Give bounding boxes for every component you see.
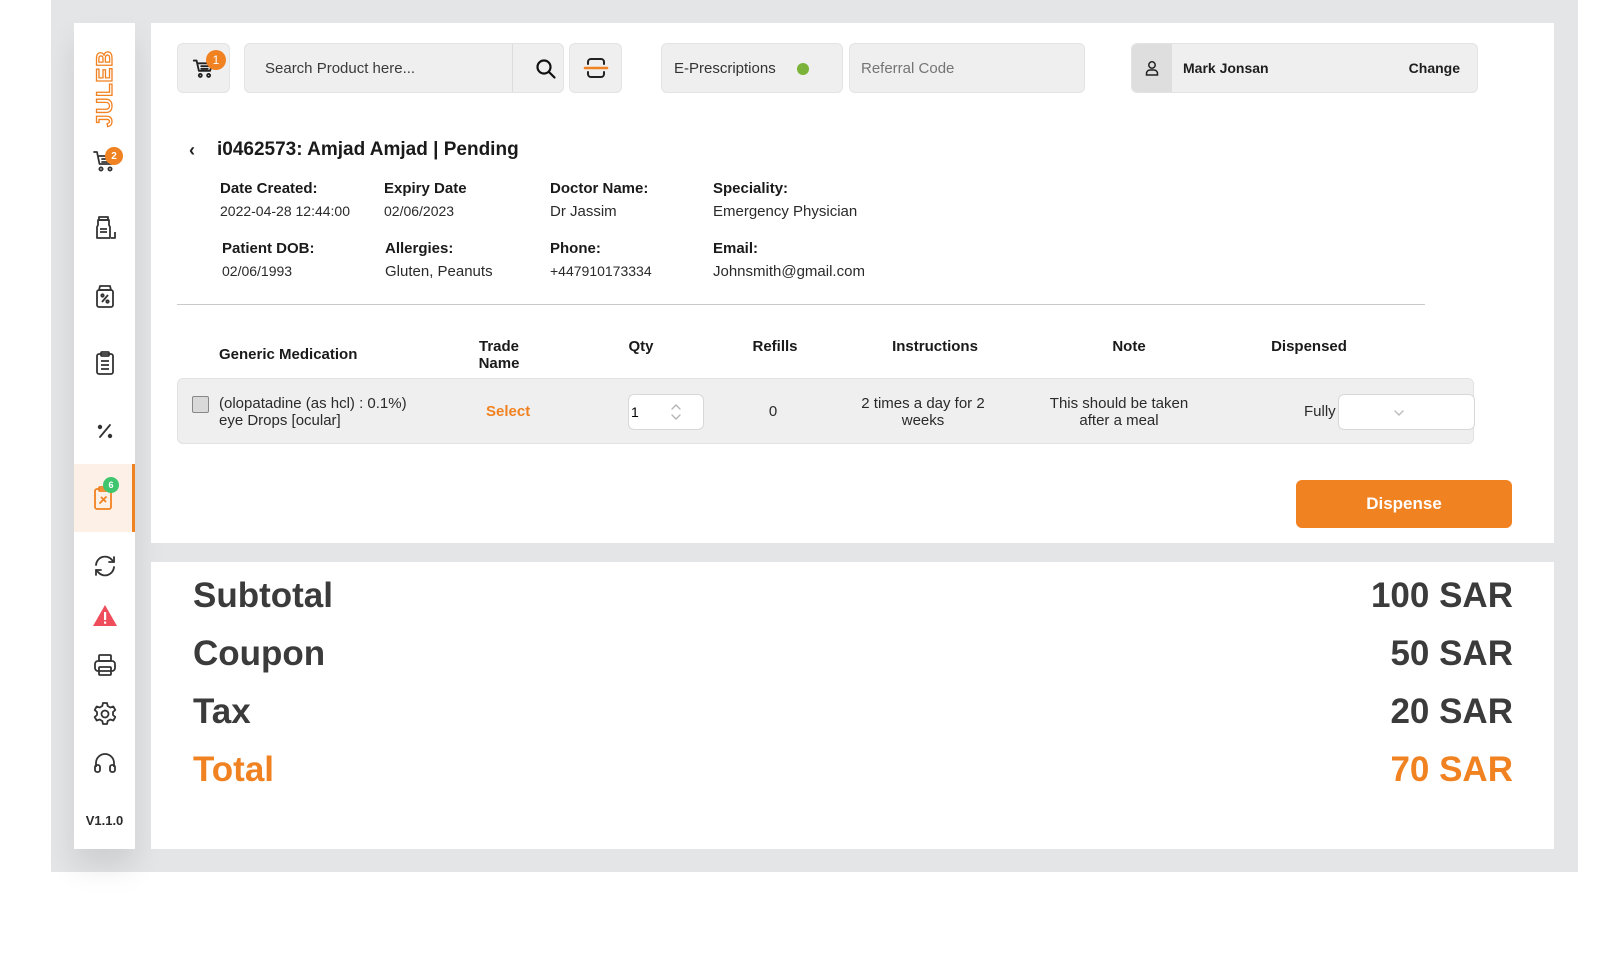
order-summary-panel: Subtotal 100 SAR Coupon 50 SAR Tax 20 SA… — [151, 562, 1554, 849]
sidebar-item-sync[interactable] — [74, 538, 135, 594]
customer-selector: Mark Jonsan Change — [1131, 43, 1478, 93]
search-divider — [512, 44, 513, 92]
gear-icon — [93, 702, 116, 725]
prescription-title: i0462573: Amjad Amjad | Pending — [217, 139, 519, 160]
generic-medication-cell: (olopatadine (as hcl) : 0.1%) eye Drops … — [219, 395, 407, 429]
juleb-logo: JULEB — [91, 43, 117, 129]
warning-icon — [92, 605, 117, 626]
prescription-panel: 1 E-Prescriptions Mark Jonsan Change ‹ i… — [151, 23, 1554, 543]
col-trade-name: Trade Name — [478, 338, 520, 372]
coupon-label: Coupon — [193, 634, 326, 673]
trade-name-select-link[interactable]: Select — [486, 403, 530, 420]
phone-field: Phone: +447910173334 — [550, 240, 652, 279]
col-instructions: Instructions — [892, 338, 978, 355]
tax-row: Tax 20 SAR — [193, 690, 1513, 734]
dispensed-value: Fully — [1304, 403, 1336, 420]
col-dispensed: Dispensed — [1271, 338, 1347, 355]
user-icon-box — [1132, 44, 1172, 92]
sidebar-item-percent[interactable] — [74, 403, 135, 459]
note-cell: This should be taken after a meal — [1049, 395, 1189, 429]
tax-value: 20 SAR — [1390, 692, 1513, 731]
dispensed-dropdown[interactable] — [1338, 394, 1475, 430]
barcode-scan-button[interactable] — [569, 43, 622, 93]
sidebar-item-settings[interactable] — [74, 686, 135, 742]
subtotal-label: Subtotal — [193, 576, 333, 615]
sidebar-item-prescriptions[interactable]: 6 — [74, 464, 135, 532]
chevron-down-icon — [1394, 410, 1404, 416]
stepper-arrows-icon[interactable] — [669, 401, 683, 423]
prescription-header: ‹ i0462573: Amjad Amjad | Pending — [189, 139, 519, 161]
app-version: V1.1.0 — [85, 813, 124, 828]
search-icon[interactable] — [535, 58, 557, 80]
medicine-bottle-icon — [95, 216, 116, 239]
total-row: Total 70 SAR — [193, 748, 1513, 792]
back-chevron-icon[interactable]: ‹ — [189, 140, 201, 161]
expiry-date-field: Expiry Date 02/06/2023 — [384, 180, 467, 219]
product-search — [244, 43, 564, 93]
section-divider — [177, 304, 1425, 305]
referral-code-field — [849, 43, 1085, 93]
sidebar-item-inventory[interactable] — [74, 200, 135, 256]
sidebar-item-printer[interactable] — [74, 637, 135, 693]
tax-label: Tax — [193, 692, 251, 731]
svg-text:JULEB: JULEB — [93, 50, 117, 127]
total-value: 70 SAR — [1390, 750, 1513, 789]
coupon-row: Coupon 50 SAR — [193, 632, 1513, 676]
sync-icon — [94, 555, 115, 577]
scan-icon — [583, 58, 608, 78]
header-cart-badge: 1 — [206, 50, 226, 70]
subtotal-row: Subtotal 100 SAR — [193, 574, 1513, 618]
eprescriptions-label: E-Prescriptions — [674, 59, 776, 77]
sidebar-item-support[interactable] — [74, 735, 135, 791]
coupon-value: 50 SAR — [1390, 634, 1513, 673]
date-created-field: Date Created: 2022-04-28 12:44:00 — [220, 180, 350, 219]
change-customer-button[interactable]: Change — [1409, 60, 1460, 76]
instructions-cell: 2 times a day for 2 weeks — [861, 395, 985, 429]
row-checkbox[interactable] — [192, 396, 209, 413]
col-generic-medication: Generic Medication — [219, 346, 358, 363]
percent-icon — [97, 424, 112, 439]
subtotal-value: 100 SAR — [1370, 576, 1513, 615]
col-note: Note — [1112, 338, 1146, 355]
user-icon — [1145, 61, 1159, 76]
sidebar-item-orders[interactable] — [74, 335, 135, 391]
customer-name: Mark Jonsan — [1183, 60, 1269, 76]
prescriptions-badge: 6 — [103, 477, 119, 493]
speciality-field: Speciality: Emergency Physician — [713, 180, 858, 220]
dispense-button[interactable]: Dispense — [1296, 480, 1512, 528]
sidebar-item-discount-bag[interactable] — [74, 268, 135, 324]
table-row: (olopatadine (as hcl) : 0.1%) eye Drops … — [177, 378, 1475, 444]
col-refills: Refills — [752, 338, 798, 355]
sidebar: JULEB 2 6 V1.1.0 — [74, 23, 135, 849]
clipboard-list-icon — [95, 351, 114, 375]
col-qty: Qty — [628, 338, 654, 355]
cart-badge: 2 — [105, 147, 123, 165]
headset-icon — [93, 753, 116, 773]
online-status-dot — [797, 63, 809, 75]
sidebar-item-cart[interactable]: 2 — [74, 133, 135, 189]
search-input[interactable] — [245, 44, 511, 92]
header-cart-button[interactable]: 1 — [177, 43, 230, 93]
eprescriptions-toggle[interactable]: E-Prescriptions — [661, 43, 843, 93]
refills-cell: 0 — [768, 403, 778, 420]
qty-stepper — [628, 394, 704, 430]
discount-bag-icon — [95, 285, 114, 308]
referral-code-input[interactable] — [850, 44, 1084, 92]
printer-icon — [93, 654, 116, 676]
email-field: Email: Johnsmith@gmail.com — [713, 240, 865, 280]
allergies-field: Allergies: Gluten, Peanuts — [385, 240, 493, 280]
patient-dob-field: Patient DOB: 02/06/1993 — [222, 240, 315, 279]
qty-input[interactable] — [629, 395, 669, 429]
doctor-name-field: Doctor Name: Dr Jassim — [550, 180, 649, 220]
sidebar-item-alerts[interactable] — [74, 588, 135, 644]
total-label: Total — [193, 750, 275, 789]
